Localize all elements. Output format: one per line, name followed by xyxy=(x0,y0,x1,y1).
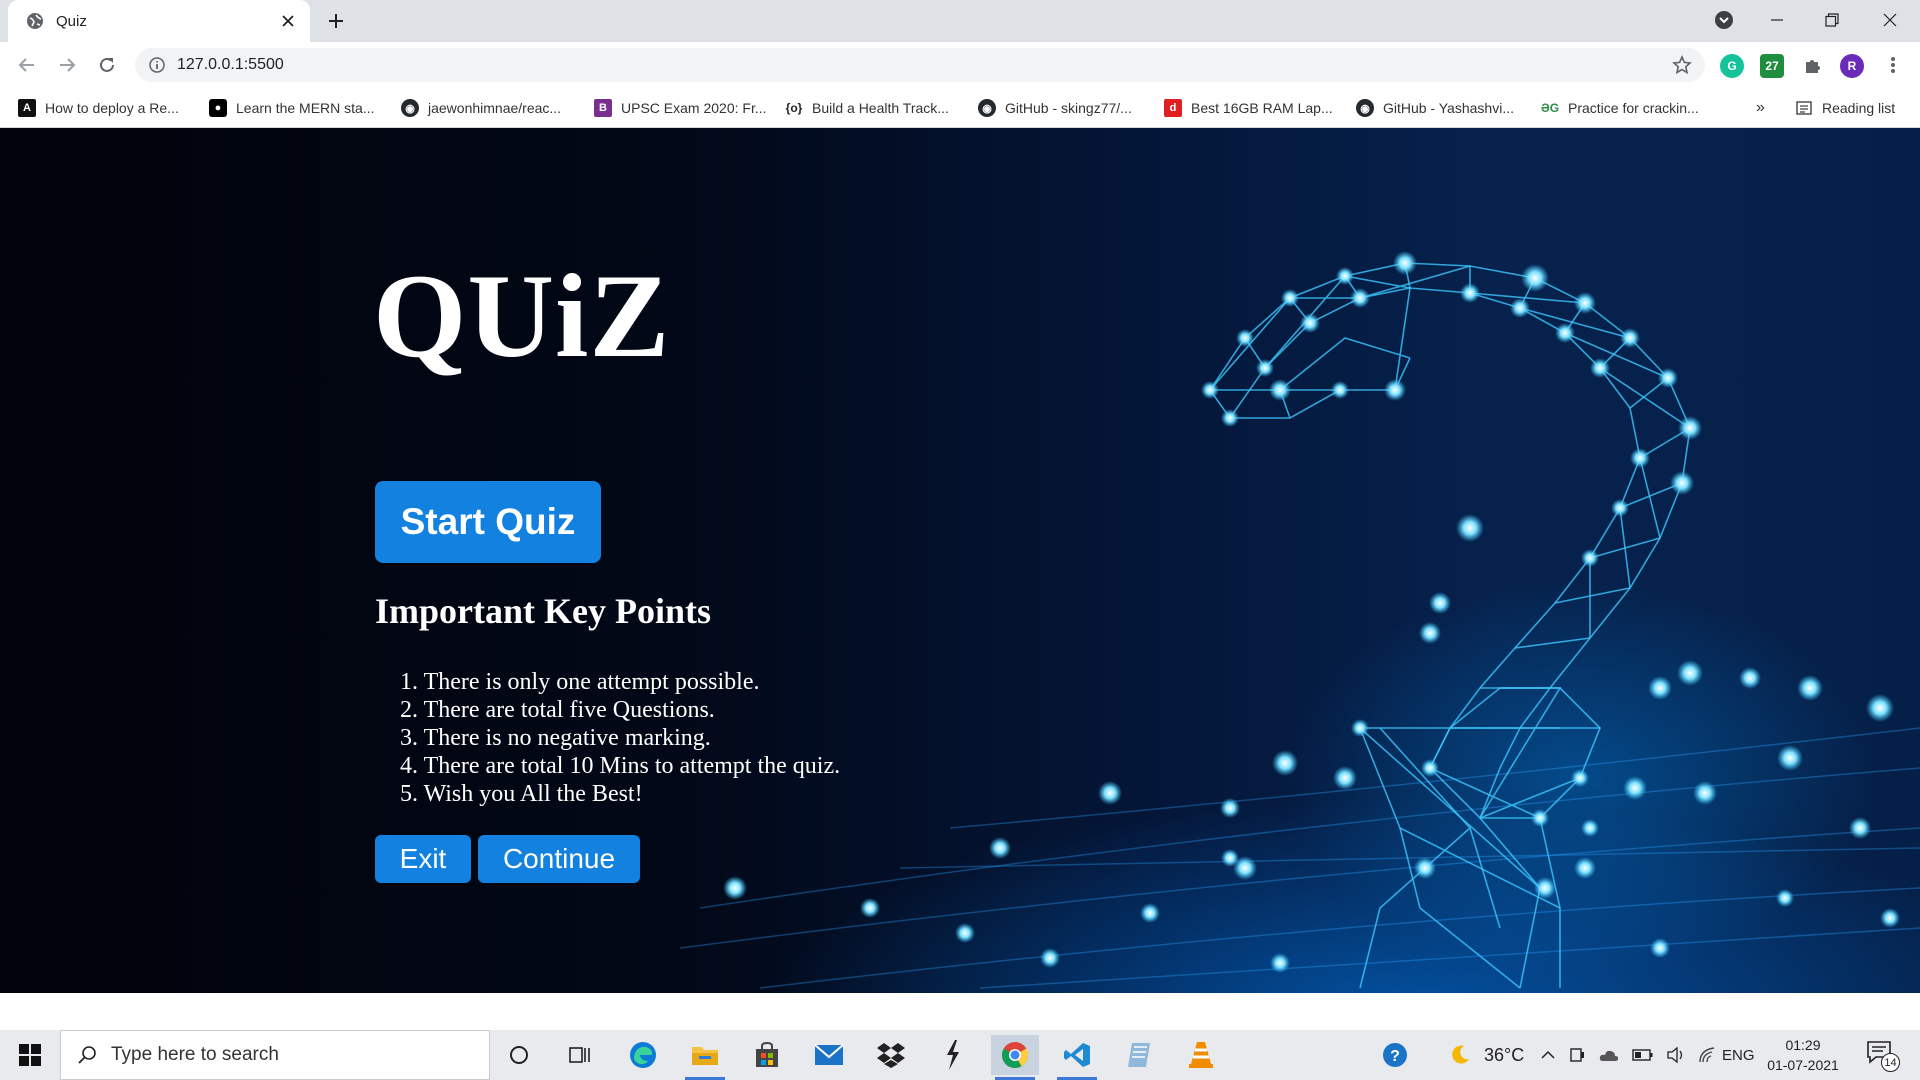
list-item: 3. There is no negative marking. xyxy=(400,725,711,751)
device-icon[interactable] xyxy=(1568,1046,1586,1064)
system-tray[interactable] xyxy=(1540,1030,1718,1080)
bookmark-item[interactable]: ◉ GitHub - skingz77/... xyxy=(978,96,1132,120)
info-icon[interactable] xyxy=(149,57,165,73)
bookmark-item[interactable]: ● Learn the MERN sta... xyxy=(209,96,375,120)
globe-icon xyxy=(27,13,43,29)
wifi-icon[interactable] xyxy=(1698,1046,1718,1064)
search-placeholder: Type here to search xyxy=(111,1044,279,1065)
bookmark-item[interactable]: ◉ GitHub - Yashashvi... xyxy=(1356,96,1514,120)
restore-icon[interactable] xyxy=(1808,0,1856,40)
new-tab-button[interactable] xyxy=(322,9,350,33)
search-icon xyxy=(78,1046,96,1064)
gfg-icon: ƏG xyxy=(1540,101,1560,115)
exit-button[interactable]: Exit xyxy=(375,835,471,883)
clock-time: 01:29 xyxy=(1785,1037,1821,1053)
more-menu-icon[interactable] xyxy=(1880,52,1906,78)
notes-app-icon[interactable] xyxy=(1115,1035,1163,1075)
grammarly-icon[interactable]: G xyxy=(1720,54,1744,78)
taskbar-search-input[interactable]: Type here to search xyxy=(60,1030,490,1080)
language-indicator[interactable]: ENG xyxy=(1722,1030,1755,1080)
address-bar[interactable]: 127.0.0.1:5500 xyxy=(135,48,1705,82)
github-icon: ◉ xyxy=(401,99,419,117)
page-viewport: QUiZ Start Quiz Important Key Points 1. … xyxy=(0,128,1920,993)
reload-icon[interactable] xyxy=(94,52,120,78)
close-window-icon[interactable] xyxy=(1866,0,1914,40)
bookmark-star-icon[interactable] xyxy=(1669,52,1695,78)
bookmarks-bar: A How to deploy a Re... ● Learn the MERN… xyxy=(0,88,1920,128)
weather-widget[interactable]: 36°C xyxy=(1448,1030,1524,1080)
key-points-heading: Important Key Points xyxy=(375,591,711,631)
help-icon[interactable]: ? xyxy=(1380,1030,1410,1080)
tab-quiz[interactable]: Quiz xyxy=(8,0,310,42)
start-quiz-button[interactable]: Start Quiz xyxy=(375,481,601,563)
bookmark-item[interactable]: ƏG Practice for crackin... xyxy=(1541,96,1699,120)
windows-start-icon[interactable] xyxy=(10,1040,50,1070)
mail-icon[interactable] xyxy=(805,1035,853,1075)
svg-text:?: ? xyxy=(1390,1048,1400,1065)
extensions-puzzle-icon[interactable] xyxy=(1800,52,1826,78)
edge-icon[interactable] xyxy=(619,1035,667,1075)
bookmark-item[interactable]: B UPSC Exam 2020: Fr... xyxy=(594,96,767,120)
chrome-icon[interactable] xyxy=(991,1035,1039,1080)
github-icon: ◉ xyxy=(1356,99,1374,117)
page-title: QUiZ xyxy=(373,249,671,382)
medium-icon: ● xyxy=(209,99,227,117)
file-explorer-icon[interactable] xyxy=(681,1035,729,1080)
network-question-mark-graphic xyxy=(679,251,1920,989)
close-tab-icon[interactable] xyxy=(278,11,298,31)
more-bookmarks-chevron-icon[interactable]: » xyxy=(1756,96,1765,120)
continue-button[interactable]: Continue xyxy=(478,835,640,883)
vlc-icon[interactable] xyxy=(1177,1035,1225,1075)
vscode-icon[interactable] xyxy=(1053,1035,1101,1080)
bookmark-favicon-icon: {o} xyxy=(785,101,803,115)
bookmark-favicon-icon: d xyxy=(1164,99,1182,117)
tab-title: Quiz xyxy=(56,12,87,30)
tab-strip: Quiz xyxy=(0,0,1920,42)
clock[interactable]: 01:29 01-07-2021 xyxy=(1760,1035,1846,1075)
profile-avatar[interactable]: R xyxy=(1840,54,1864,78)
browser-toolbar: 127.0.0.1:5500 G 27 R xyxy=(0,42,1920,88)
bookmark-favicon-icon: B xyxy=(594,99,612,117)
plus-icon xyxy=(329,14,343,28)
tab-search-icon[interactable] xyxy=(1700,0,1748,40)
back-arrow-icon[interactable] xyxy=(14,52,40,78)
clock-date: 01-07-2021 xyxy=(1767,1057,1839,1073)
onedrive-cloud-icon[interactable] xyxy=(1598,1047,1620,1063)
bookmark-item[interactable]: d Best 16GB RAM Lap... xyxy=(1164,96,1333,120)
cortana-icon[interactable] xyxy=(495,1035,543,1075)
list-item: 4. There are total 10 Mins to attempt th… xyxy=(400,753,841,779)
list-item: 2. There are total five Questions. xyxy=(400,697,715,723)
forward-arrow-icon[interactable] xyxy=(54,52,80,78)
list-item: 1. There is only one attempt possible. xyxy=(400,669,760,695)
store-icon[interactable] xyxy=(743,1035,791,1075)
chevron-up-icon[interactable] xyxy=(1540,1047,1556,1063)
reading-list-button[interactable]: Reading list xyxy=(1795,96,1895,120)
key-points-list: 1. There is only one attempt possible. 2… xyxy=(400,668,840,808)
battery-icon[interactable] xyxy=(1632,1048,1654,1062)
moon-icon xyxy=(1452,1045,1469,1064)
task-view-icon[interactable] xyxy=(556,1035,604,1075)
bookmark-favicon-icon: A xyxy=(18,99,36,117)
bookmark-item[interactable]: A How to deploy a Re... xyxy=(18,96,179,120)
windows-taskbar: Type here to search ? 36°C ENG 01:29 01-… xyxy=(0,1030,1920,1080)
bookmark-item[interactable]: {o} Build a Health Track... xyxy=(785,96,949,120)
extension-badge[interactable]: 27 xyxy=(1760,54,1784,78)
reading-list-icon xyxy=(1795,99,1813,117)
volume-icon[interactable] xyxy=(1666,1046,1686,1064)
minimize-icon[interactable] xyxy=(1753,0,1801,40)
dropbox-icon[interactable] xyxy=(867,1035,915,1075)
notifications-button[interactable]: 14 xyxy=(1866,1030,1900,1080)
list-item: 5. Wish you All the Best! xyxy=(400,781,643,807)
notification-count-badge: 14 xyxy=(1881,1053,1900,1072)
app-bolt-icon[interactable] xyxy=(929,1035,977,1075)
bookmark-item[interactable]: ◉ jaewonhimnae/reac... xyxy=(401,96,561,120)
github-icon: ◉ xyxy=(978,99,996,117)
url-text[interactable]: 127.0.0.1:5500 xyxy=(177,56,284,74)
